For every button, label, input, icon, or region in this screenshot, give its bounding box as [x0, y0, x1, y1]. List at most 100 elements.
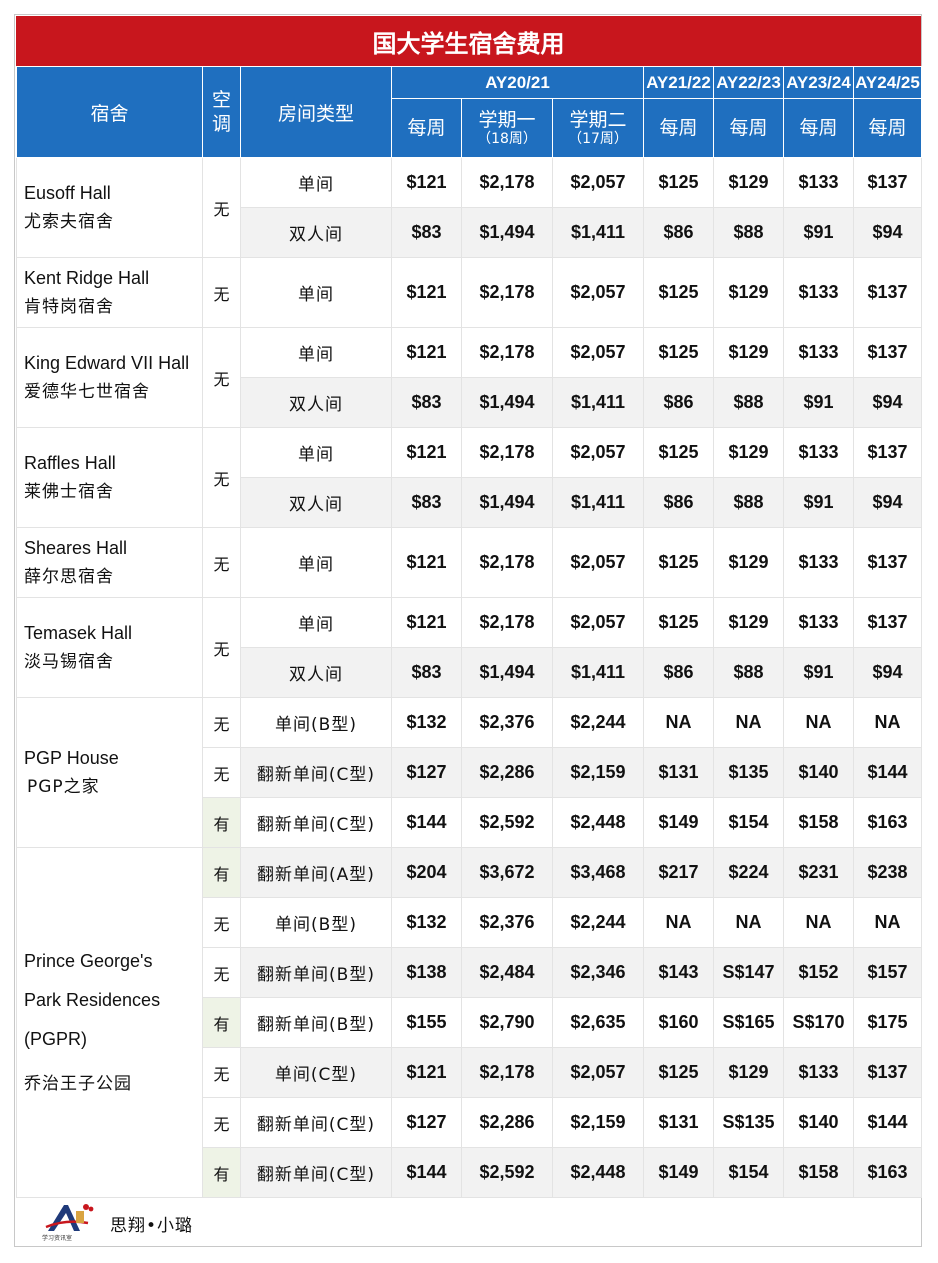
room-type-cell: 单间	[240, 257, 392, 328]
hall-name-cn: PGP之家	[27, 776, 100, 797]
price-cell: $2,592	[461, 797, 553, 848]
room-type-cell: 翻新单间(A型)	[240, 847, 392, 898]
price-cell: $2,376	[461, 897, 553, 948]
hall-name-en: King Edward VII Hall	[24, 352, 190, 373]
price-cell: $1,411	[551, 207, 645, 258]
hall-name-cell: Kent Ridge Hall 肯特岗宿舍	[16, 257, 203, 328]
price-cell: $125	[643, 1047, 715, 1098]
price-cell: $129	[713, 597, 785, 648]
room-type-cell: 单间	[240, 527, 392, 598]
header-weekly: 每周	[643, 98, 715, 158]
price-cell: $2,159	[551, 1097, 645, 1148]
price-cell: $144	[853, 1097, 923, 1148]
hall-name-cell: Eusoff Hall 尤索夫宿舍	[16, 157, 203, 258]
price-cell: $94	[853, 207, 923, 258]
ac-cell: 无	[202, 527, 241, 598]
hall-name-cell: King Edward VII Hall 爱德华七世宿舍	[16, 327, 203, 428]
ac-cell: 无	[202, 597, 241, 698]
hall-name-cn: 莱佛士宿舍	[24, 481, 114, 502]
table-row: King Edward VII Hall 爱德华七世宿舍 无单间 $121 $2,178…	[16, 327, 923, 428]
room-type-cell: 翻新单间(B型)	[240, 997, 392, 1048]
price-cell: $2,286	[461, 1097, 553, 1148]
price-cell: NA	[783, 897, 855, 948]
price-cell: $94	[853, 647, 923, 698]
header-weekly: 每周	[713, 98, 785, 158]
price-cell: $138	[391, 947, 462, 998]
price-cell: $137	[853, 157, 923, 208]
header-sem2: 学期二 （17周）	[551, 98, 645, 158]
price-cell: S$135	[713, 1097, 785, 1148]
room-type-cell: 双人间	[240, 647, 392, 698]
price-cell: $160	[643, 997, 715, 1048]
price-cell: NA	[643, 697, 715, 748]
price-cell: NA	[713, 697, 785, 748]
price-cell: $140	[783, 747, 855, 798]
header-sem2-label: 学期二	[569, 109, 627, 131]
header-hall: 宿舍	[16, 66, 203, 158]
price-cell: $204	[391, 847, 462, 898]
price-cell: $121	[391, 1047, 462, 1098]
hall-name-cn: 肯特岗宿舍	[24, 296, 114, 317]
ac-cell: 无	[202, 1047, 241, 1098]
table-row: PGP House PGP之家无单间(B型) $132 $2,376 $2,244 NA N…	[16, 697, 923, 848]
price-cell: $83	[391, 207, 462, 258]
ac-cell: 有	[202, 997, 241, 1048]
header-weekly: 每周	[853, 98, 923, 158]
price-cell: $2,244	[551, 897, 645, 948]
table-row: Eusoff Hall 尤索夫宿舍无单间 $121 $2,178 $2,057 $125 $…	[16, 157, 923, 258]
price-cell: $137	[853, 527, 923, 598]
ac-cell: 无	[202, 327, 241, 428]
price-cell: $1,411	[551, 477, 645, 528]
price-cell: $3,468	[551, 847, 645, 898]
ac-cell: 无	[202, 897, 241, 948]
price-cell: $2,346	[551, 947, 645, 998]
price-cell: $131	[643, 747, 715, 798]
price-cell: NA	[783, 697, 855, 748]
room-type-cell: 双人间	[240, 477, 392, 528]
hall-name-cn: 乔治王子公园	[24, 1073, 132, 1094]
room-type-cell: 双人间	[240, 377, 392, 428]
price-cell: $132	[391, 897, 462, 948]
price-cell: $137	[853, 327, 923, 378]
price-cell: $144	[391, 1147, 462, 1198]
price-cell: $88	[713, 477, 785, 528]
price-cell: $140	[783, 1097, 855, 1148]
header-ay2324: AY23/24	[783, 66, 855, 99]
price-cell: $224	[713, 847, 785, 898]
header-ay2122: AY21/22	[643, 66, 715, 99]
ac-cell: 无	[202, 1097, 241, 1148]
table-row: Prince George's Park Residences (PGPR) 乔治王子…	[16, 847, 923, 1198]
price-cell: $121	[391, 157, 462, 208]
price-cell: $125	[643, 527, 715, 598]
price-cell: $149	[643, 797, 715, 848]
price-cell: $2,178	[461, 427, 553, 478]
price-cell: $131	[643, 1097, 715, 1148]
price-cell: $121	[391, 597, 462, 648]
ac-cell: 有	[202, 847, 241, 898]
price-cell: $217	[643, 847, 715, 898]
price-cell: $144	[391, 797, 462, 848]
hall-name-en: Temasek Hall	[24, 622, 133, 643]
price-cell: $121	[391, 527, 462, 598]
room-type-cell: 单间	[240, 427, 392, 478]
hall-name-en: Kent Ridge Hall	[24, 267, 150, 288]
price-cell: $137	[853, 597, 923, 648]
header-weekly: 每周	[783, 98, 855, 158]
price-cell: S$165	[713, 997, 785, 1048]
price-cell: NA	[853, 697, 923, 748]
price-cell: $137	[853, 1047, 923, 1098]
price-cell: $83	[391, 647, 462, 698]
price-cell: $137	[853, 257, 923, 328]
hall-name-cn: 淡马锡宿舍	[24, 651, 114, 672]
ac-cell: 有	[202, 797, 241, 848]
price-cell: $129	[713, 157, 785, 208]
room-type-cell: 单间(B型)	[240, 897, 392, 948]
price-cell: $2,178	[461, 1047, 553, 1098]
hall-name-en: Prince George's	[24, 950, 153, 971]
hall-name-cn: 爱德华七世宿舍	[24, 381, 150, 402]
price-cell: $2,376	[461, 697, 553, 748]
price-cell: $133	[783, 157, 855, 208]
price-cell: $88	[713, 207, 785, 258]
room-type-cell: 单间(C型)	[240, 1047, 392, 1098]
hall-name-en: Eusoff Hall	[24, 182, 111, 203]
